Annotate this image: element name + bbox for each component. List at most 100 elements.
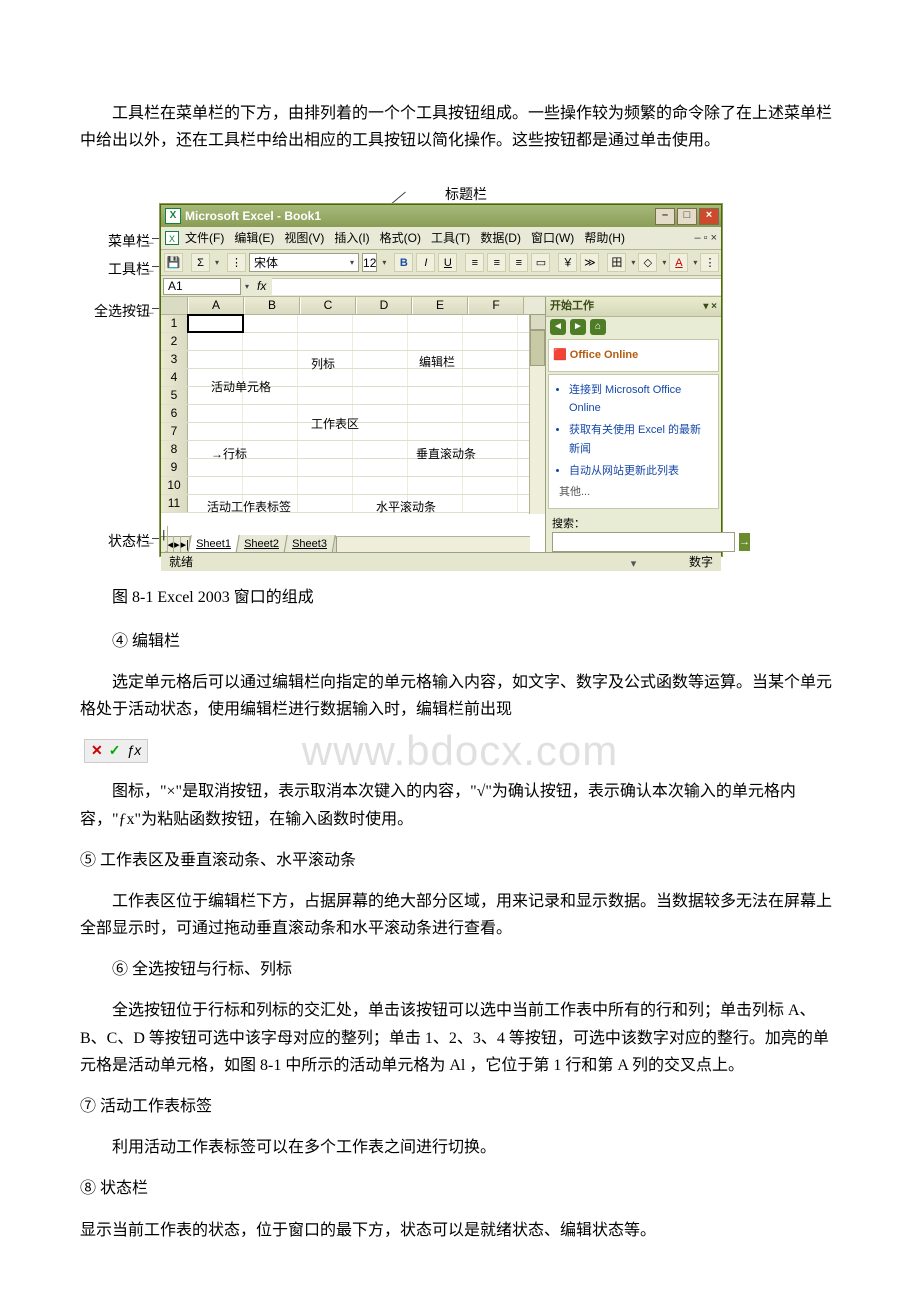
col-E[interactable]: E — [412, 297, 468, 314]
horizontal-scrollbar[interactable] — [321, 536, 530, 552]
tp-fwd-icon[interactable]: ► — [570, 319, 586, 335]
label-status: 状态栏 — [70, 531, 150, 555]
label-menubar: 菜单栏 — [70, 231, 150, 255]
status-num: 数字 — [689, 552, 713, 572]
select-all-button[interactable] — [161, 297, 188, 314]
window-title: Microsoft Excel - Book1 — [185, 206, 321, 226]
cancel-icon: ✕ — [91, 739, 103, 763]
font-color-icon[interactable]: A — [669, 253, 688, 272]
col-A[interactable]: A — [188, 297, 244, 314]
menu-insert[interactable]: 插入(I) — [330, 227, 373, 249]
row-5[interactable]: 5 — [161, 387, 188, 404]
tp-search-label: 搜索： — [552, 515, 715, 534]
row-8[interactable]: 8 — [161, 441, 188, 458]
align-left-icon[interactable]: ≡ — [465, 253, 484, 272]
namebox-drop-icon[interactable]: ▾ — [243, 280, 251, 294]
row-2[interactable]: 2 — [161, 333, 188, 350]
fx-icon[interactable]: fx — [251, 276, 272, 296]
currency-icon[interactable]: ￥ — [558, 253, 577, 272]
row-6[interactable]: 6 — [161, 405, 188, 422]
name-box[interactable]: A1 — [163, 278, 241, 295]
bold-icon[interactable]: B — [394, 253, 413, 272]
para-5: 工作表区位于编辑栏下方，占据屏幕的绝大部分区域，用来记录和显示数据。当数据较多无… — [80, 888, 840, 942]
merge-icon[interactable]: ▭ — [531, 253, 550, 272]
tp-go-icon[interactable]: → — [739, 533, 750, 551]
heading-6: ⑥ 全选按钮与行标、列标 — [80, 956, 840, 983]
taskpane-drop-icon[interactable]: ▾ × — [703, 298, 717, 315]
formula-input[interactable] — [272, 278, 721, 295]
menu-window[interactable]: 窗口(W) — [527, 227, 578, 249]
row-9[interactable]: 9 — [161, 459, 188, 476]
figure-caption: 图 8-1 Excel 2003 窗口的组成 — [80, 584, 840, 611]
row-4[interactable]: 4 — [161, 369, 188, 386]
heading-8: ⑧ 状态栏 — [80, 1175, 840, 1202]
col-C[interactable]: C — [300, 297, 356, 314]
para-7: 利用活动工作表标签可以在多个工作表之间进行切换。 — [80, 1134, 840, 1161]
borders-icon[interactable]: 田 — [607, 253, 626, 272]
sheet-area: A B C D E F 1 2 3 4 5 6 7 8 9 10 — [161, 297, 545, 552]
italic-icon[interactable]: I — [416, 253, 435, 272]
fill-icon[interactable]: ◇ — [638, 253, 657, 272]
align-right-icon[interactable]: ≡ — [509, 253, 528, 272]
para-4: 选定单元格后可以通过编辑栏向指定的单元格输入内容，如文字、数字及公式函数等运算。… — [80, 669, 840, 723]
excel-diagram: 标题栏 菜单栏 工具栏 全选按钮 状态栏 X Microsoft Excel -… — [160, 184, 760, 564]
font-size-select[interactable]: 12 — [362, 253, 377, 272]
toolbar-more-icon[interactable]: ⋮ — [700, 253, 719, 272]
tp-link-3[interactable]: 自动从网站更新此列表 — [569, 462, 708, 481]
col-F[interactable]: F — [468, 297, 524, 314]
row-11[interactable]: 11 — [161, 495, 188, 512]
row-7[interactable]: 7 — [161, 423, 188, 440]
tab-sheet1[interactable]: Sheet1 — [187, 535, 239, 552]
doc-icon: X — [165, 231, 179, 245]
menu-tools[interactable]: 工具(T) — [427, 227, 474, 249]
tab-sheet3[interactable]: Sheet3 — [283, 535, 335, 552]
label-allsel: 全选按钮 — [70, 301, 150, 325]
col-D[interactable]: D — [356, 297, 412, 314]
toolbar-options-icon[interactable]: ⋮ — [227, 253, 246, 272]
confirm-icon: ✓ — [109, 739, 121, 763]
formula-bar: A1 ▾ fx — [161, 276, 721, 297]
menubar: X 文件(F) 编辑(E) 视图(V) 插入(I) 格式(O) 工具(T) 数据… — [161, 227, 721, 250]
indent-icon[interactable]: ≫ — [580, 253, 599, 272]
menu-view[interactable]: 视图(V) — [280, 227, 328, 249]
minimize-button[interactable]: – — [655, 208, 675, 225]
tp-other[interactable]: 其他... — [559, 483, 708, 502]
heading-7: ⑦ 活动工作表标签 — [80, 1093, 840, 1120]
toolbar: 💾 Σ▾ ⋮ 宋体▾ 12 ▾ B I U ≡ ≡ ≡ ▭ ￥ ≫ 田▾ — [161, 250, 721, 276]
maximize-button[interactable]: □ — [677, 208, 697, 225]
para-8: 显示当前工作表的状态，位于窗口的最下方，状态可以是就绪状态、编辑状态等。 — [80, 1217, 840, 1244]
heading-4: ④ 编辑栏 — [80, 628, 840, 655]
tp-back-icon[interactable]: ◄ — [550, 319, 566, 335]
excel-window: X Microsoft Excel - Book1 – □ × X 文件(F) … — [160, 204, 722, 556]
row-10[interactable]: 10 — [161, 477, 188, 494]
fx-icons-illustration: ✕ ✓ ƒx — [80, 737, 840, 764]
active-cell[interactable] — [188, 315, 243, 332]
tab-sheet2[interactable]: Sheet2 — [235, 535, 287, 552]
underline-icon[interactable]: U — [438, 253, 457, 272]
tp-home-icon[interactable]: ⌂ — [590, 319, 606, 335]
tp-link-1[interactable]: 连接到 Microsoft Office Online — [569, 381, 708, 418]
menu-data[interactable]: 数据(D) — [476, 227, 525, 249]
align-center-icon[interactable]: ≡ — [487, 253, 506, 272]
menu-edit[interactable]: 编辑(E) — [230, 227, 278, 249]
status-ready: 就绪 — [169, 552, 193, 572]
vertical-scrollbar[interactable] — [529, 314, 545, 514]
tp-link-2[interactable]: 获取有关使用 Excel 的最新新闻 — [569, 421, 708, 458]
font-select[interactable]: 宋体▾ — [249, 253, 359, 272]
close-button[interactable]: × — [699, 208, 719, 225]
menu-help[interactable]: 帮助(H) — [580, 227, 629, 249]
intro-para: 工具栏在菜单栏的下方，由排列着的一个个工具按钮组成。一些操作较为频繁的命令除了在… — [80, 100, 840, 154]
inner-close-icon[interactable]: – ▫ × — [694, 229, 717, 248]
tp-search-input[interactable] — [552, 532, 735, 552]
menu-format[interactable]: 格式(O) — [376, 227, 425, 249]
row-1[interactable]: 1 — [161, 315, 188, 332]
sum-icon[interactable]: Σ — [191, 253, 210, 272]
save-icon[interactable]: 💾 — [164, 253, 183, 272]
row-3[interactable]: 3 — [161, 351, 188, 368]
label-toolbar: 工具栏 — [70, 259, 150, 283]
col-B[interactable]: B — [244, 297, 300, 314]
menu-file[interactable]: 文件(F) — [181, 227, 228, 249]
task-pane: 开始工作 ▾ × ◄ ► ⌂ 🟥 Office Online 连接到 Micro… — [545, 297, 721, 552]
taskpane-links: 连接到 Microsoft Office Online 获取有关使用 Excel… — [548, 374, 719, 509]
sheet-tabs: |◂ ◂ ▸ ▸| Sheet1 Sheet2 Sheet3 — [161, 536, 321, 552]
